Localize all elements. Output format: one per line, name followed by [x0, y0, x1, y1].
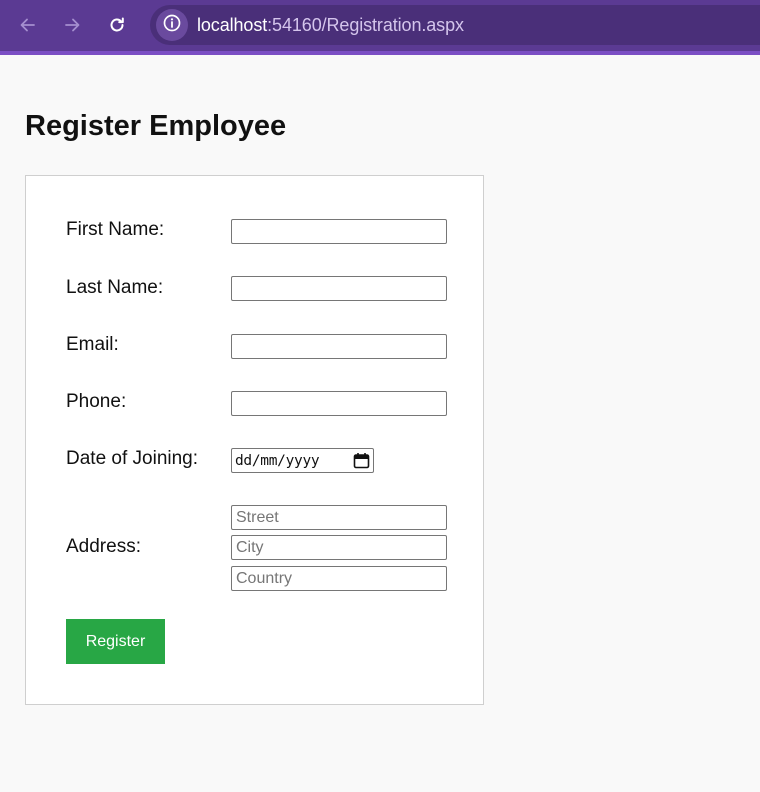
browser-toolbar: localhost:54160/Registration.aspx — [0, 0, 760, 55]
first-name-input[interactable] — [231, 219, 447, 244]
date-placeholder: dd/mm/yyyy — [235, 452, 320, 469]
arrow-left-icon — [18, 15, 38, 35]
country-input[interactable] — [231, 566, 447, 591]
email-label: Email: — [66, 334, 119, 355]
phone-input[interactable] — [231, 391, 447, 416]
first-name-label: First Name: — [66, 219, 165, 240]
email-input[interactable] — [231, 334, 447, 359]
register-button[interactable]: Register — [66, 619, 165, 664]
url-text[interactable]: localhost:54160/Registration.aspx — [197, 15, 464, 36]
date-of-joining-label: Date of Joining: — [66, 448, 199, 469]
address-label: Address: — [66, 536, 141, 557]
street-input[interactable] — [231, 505, 447, 530]
last-name-input[interactable] — [231, 276, 447, 301]
calendar-icon[interactable] — [353, 452, 370, 469]
back-button[interactable] — [10, 8, 46, 42]
info-icon — [162, 13, 182, 38]
arrow-right-icon — [62, 15, 82, 35]
address-bar[interactable]: localhost:54160/Registration.aspx — [150, 5, 760, 45]
registration-form: First Name: Last Name: Email: Phone: Dat… — [25, 175, 484, 705]
forward-button[interactable] — [54, 8, 90, 42]
url-path: :54160/Registration.aspx — [267, 15, 464, 35]
url-host: localhost — [197, 15, 268, 35]
city-input[interactable] — [231, 535, 447, 560]
last-name-label: Last Name: — [66, 277, 164, 298]
reload-icon — [107, 15, 127, 35]
page-title: Register Employee — [25, 110, 287, 142]
reload-button[interactable] — [99, 8, 135, 42]
site-info-button[interactable] — [156, 9, 188, 41]
date-of-joining-input[interactable]: dd/mm/yyyy — [231, 448, 374, 473]
phone-label: Phone: — [66, 391, 127, 412]
